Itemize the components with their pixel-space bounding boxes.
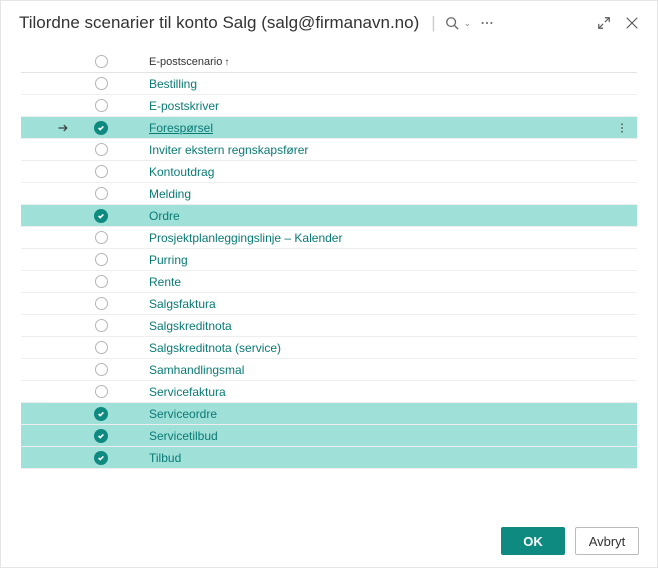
list-item[interactable]: Servicefaktura <box>21 381 637 403</box>
unchecked-icon <box>95 165 108 178</box>
row-menu[interactable] <box>607 122 637 134</box>
unchecked-icon <box>95 319 108 332</box>
row-checkbox[interactable] <box>81 143 121 156</box>
row-checkbox[interactable] <box>81 407 121 421</box>
dialog-title: Tilordne scenarier til konto Salg (salg@… <box>19 13 419 33</box>
dialog-header: Tilordne scenarier til konto Salg (salg@… <box>1 1 657 41</box>
unchecked-icon <box>95 77 108 90</box>
row-checkbox[interactable] <box>81 319 121 332</box>
check-icon <box>94 429 108 443</box>
kebab-menu-icon <box>616 122 628 134</box>
scenario-list: E-postscenario↑ Bestilling E-postskriver F… <box>1 41 657 501</box>
list-item[interactable]: Forespørsel <box>21 117 637 139</box>
row-label[interactable]: Tilbud <box>121 451 607 465</box>
row-checkbox[interactable] <box>81 297 121 310</box>
list-item[interactable]: Bestilling <box>21 73 637 95</box>
row-label[interactable]: Melding <box>121 187 607 201</box>
select-all-cell[interactable] <box>81 55 121 68</box>
unchecked-icon <box>95 143 108 156</box>
list-item[interactable]: Salgsfaktura <box>21 293 637 315</box>
check-icon <box>94 209 108 223</box>
row-label[interactable]: Prosjektplanleggingslinje – Kalender <box>121 231 607 245</box>
row-indicator <box>21 122 81 134</box>
unchecked-icon <box>95 187 108 200</box>
list-item[interactable]: Inviter ekstern regnskapsfører <box>21 139 637 161</box>
row-label[interactable]: Bestilling <box>121 77 607 91</box>
list-item[interactable]: Serviceordre <box>21 403 637 425</box>
row-checkbox[interactable] <box>81 275 121 288</box>
row-label[interactable]: Ordre <box>121 209 607 223</box>
row-checkbox[interactable] <box>81 429 121 443</box>
row-checkbox[interactable] <box>81 99 121 112</box>
list-item[interactable]: Prosjektplanleggingslinje – Kalender <box>21 227 637 249</box>
row-label[interactable]: Inviter ekstern regnskapsfører <box>121 143 607 157</box>
expand-icon[interactable] <box>597 16 611 30</box>
unchecked-icon <box>95 99 108 112</box>
row-checkbox[interactable] <box>81 363 121 376</box>
unchecked-icon <box>95 341 108 354</box>
search-chevron-icon[interactable]: ⌄ <box>464 18 472 29</box>
row-label[interactable]: Samhandlingsmal <box>121 363 607 377</box>
row-checkbox[interactable] <box>81 121 121 135</box>
search-icon[interactable] <box>444 15 460 31</box>
list-item[interactable]: Melding <box>21 183 637 205</box>
row-label[interactable]: Forespørsel <box>121 121 607 135</box>
row-checkbox[interactable] <box>81 165 121 178</box>
header-separator: | <box>431 13 435 33</box>
unchecked-icon <box>95 363 108 376</box>
list-item[interactable]: Salgskreditnota (service) <box>21 337 637 359</box>
sort-ascending-icon: ↑ <box>224 57 229 68</box>
unchecked-icon <box>95 253 108 266</box>
check-icon <box>94 451 108 465</box>
row-label[interactable]: Servicetilbud <box>121 429 607 443</box>
list-item[interactable]: Tilbud <box>21 447 637 469</box>
list-item[interactable]: Purring <box>21 249 637 271</box>
ok-button[interactable]: OK <box>501 527 565 555</box>
check-icon <box>94 407 108 421</box>
row-checkbox[interactable] <box>81 187 121 200</box>
unchecked-icon <box>95 385 108 398</box>
list-item[interactable]: Samhandlingsmal <box>21 359 637 381</box>
row-label[interactable]: Purring <box>121 253 607 267</box>
list-item[interactable]: Salgskreditnota <box>21 315 637 337</box>
row-checkbox[interactable] <box>81 341 121 354</box>
check-icon <box>94 121 108 135</box>
row-label[interactable]: E-postskriver <box>121 99 607 113</box>
row-label[interactable]: Servicefaktura <box>121 385 607 399</box>
list-item[interactable]: E-postskriver <box>21 95 637 117</box>
row-checkbox[interactable] <box>81 231 121 244</box>
list-item[interactable]: Rente <box>21 271 637 293</box>
row-label[interactable]: Kontoutdrag <box>121 165 607 179</box>
column-header[interactable]: E-postscenario↑ <box>121 56 607 68</box>
row-label[interactable]: Rente <box>121 275 607 289</box>
cancel-button[interactable]: Avbryt <box>575 527 639 555</box>
list-item[interactable]: Servicetilbud <box>21 425 637 447</box>
unchecked-icon <box>95 231 108 244</box>
row-checkbox[interactable] <box>81 385 121 398</box>
list-item[interactable]: Kontoutdrag <box>21 161 637 183</box>
column-header-row: E-postscenario↑ <box>21 51 637 73</box>
dialog-footer: OK Avbryt <box>1 515 657 567</box>
row-checkbox[interactable] <box>81 253 121 266</box>
unchecked-icon <box>95 297 108 310</box>
column-header-label: E-postscenario <box>149 56 222 68</box>
unchecked-icon <box>95 275 108 288</box>
row-checkbox[interactable] <box>81 77 121 90</box>
row-label[interactable]: Salgskreditnota (service) <box>121 341 607 355</box>
close-icon[interactable] <box>625 16 639 30</box>
more-actions-icon[interactable] <box>479 15 495 31</box>
row-checkbox[interactable] <box>81 209 121 223</box>
row-label[interactable]: Salgsfaktura <box>121 297 607 311</box>
list-item[interactable]: Ordre <box>21 205 637 227</box>
row-checkbox[interactable] <box>81 451 121 465</box>
row-label[interactable]: Salgskreditnota <box>121 319 607 333</box>
row-label[interactable]: Serviceordre <box>121 407 607 421</box>
